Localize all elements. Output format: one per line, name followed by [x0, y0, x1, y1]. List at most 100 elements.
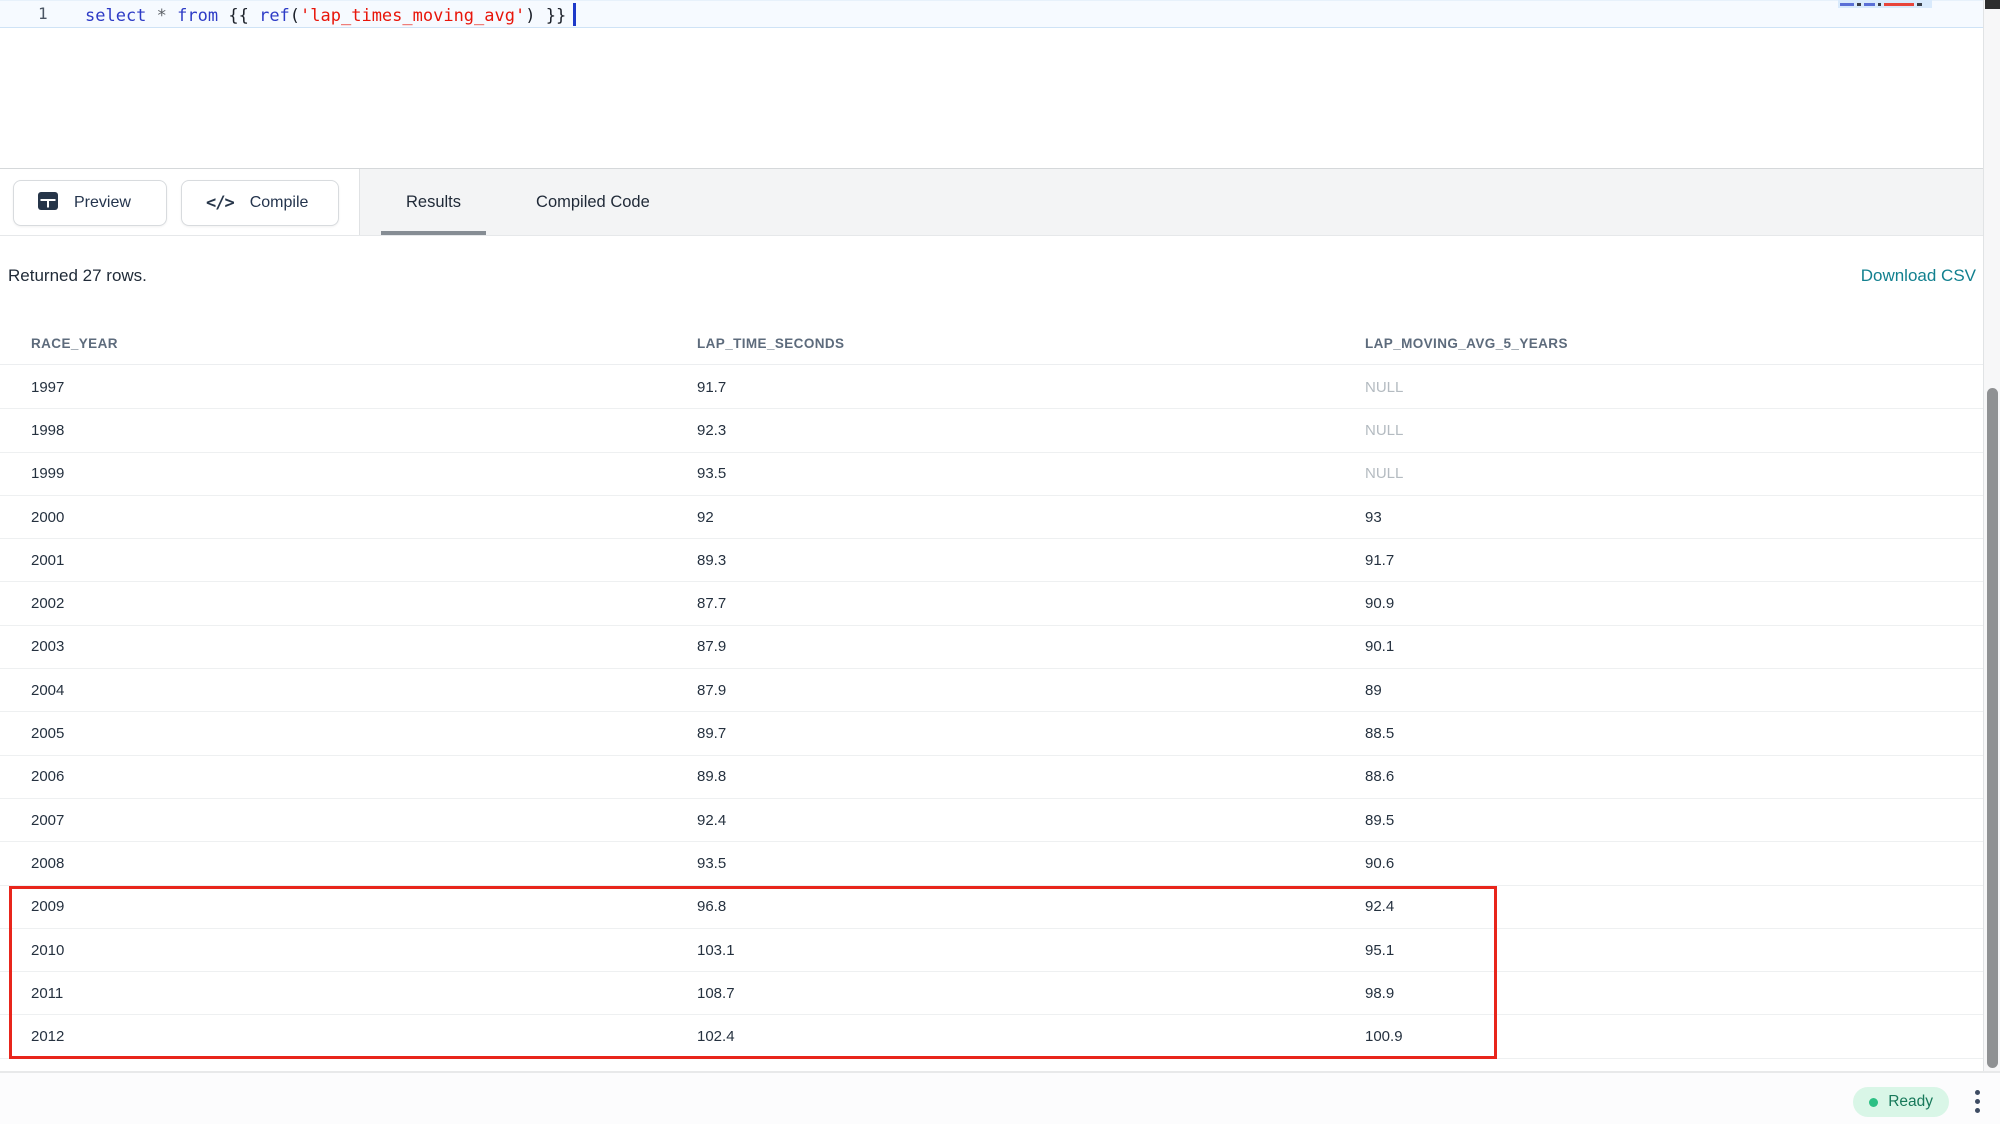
table-cell: 93.5: [697, 855, 1365, 872]
column-header: LAP_MOVING_AVG_5_YEARS: [1365, 336, 1983, 351]
table-cell: 2006: [0, 768, 697, 785]
code-token: [146, 6, 156, 26]
table-cell: 91.7: [1365, 552, 1983, 569]
text-cursor: [573, 3, 576, 26]
column-header: RACE_YEAR: [0, 336, 697, 351]
ready-status-badge: Ready: [1853, 1087, 1949, 1117]
table-cell: 103.1: [697, 942, 1365, 959]
code-token: 'lap_times_moving_avg': [300, 6, 525, 26]
table-cell: 2010: [0, 942, 697, 959]
ready-status-label: Ready: [1888, 1093, 1933, 1111]
code-token: ref: [259, 6, 290, 26]
table-cell: 2011: [0, 985, 697, 1002]
table-cell: 89.8: [697, 768, 1365, 785]
table-cell: 102.4: [697, 1028, 1365, 1045]
minimap-line: [1838, 0, 1932, 8]
compile-button-label: Compile: [250, 194, 309, 212]
code-icon: </>: [206, 193, 234, 213]
table-cell: 96.8: [697, 898, 1365, 915]
table-cell: 2009: [0, 898, 697, 915]
column-header: LAP_TIME_SECONDS: [697, 336, 1365, 351]
table-cell: 2002: [0, 595, 697, 612]
table-cell: 93.5: [697, 465, 1365, 482]
tab-results[interactable]: Results: [381, 169, 486, 235]
table-row: 2010103.195.1: [0, 929, 1983, 972]
table-cell: 87.9: [697, 682, 1365, 699]
code-line[interactable]: select * from {{ ref('lap_times_moving_a…: [85, 3, 576, 27]
table-cell: 89.7: [697, 725, 1365, 742]
table-cell: 1998: [0, 422, 697, 439]
table-cell: 90.6: [1365, 855, 1983, 872]
table-cell: 91.7: [697, 379, 1365, 396]
results-toolbar: Preview </> Compile Results Compiled Code: [0, 168, 1983, 236]
code-token: {{: [218, 6, 259, 26]
table-cell: NULL: [1365, 379, 1983, 396]
table-cell: 2005: [0, 725, 697, 742]
table-row: 2012102.4100.9: [0, 1015, 1983, 1058]
table-cell: 92.4: [1365, 898, 1983, 915]
preview-button[interactable]: Preview: [13, 180, 167, 226]
table-cell: NULL: [1365, 422, 1983, 439]
table-cell: 2003: [0, 638, 697, 655]
table-row: 200792.489.5: [0, 799, 1983, 842]
table-cell: NULL: [1365, 465, 1983, 482]
status-bar: Ready: [0, 1071, 2000, 1124]
table-cell: 87.9: [697, 638, 1365, 655]
table-row: 200893.590.6: [0, 842, 1983, 885]
table-cell: 92: [697, 509, 1365, 526]
compile-button[interactable]: </> Compile: [181, 180, 339, 226]
table-row: 200387.990.1: [0, 626, 1983, 669]
code-token: select: [85, 6, 146, 26]
table-icon: [38, 192, 58, 215]
table-cell: 93: [1365, 509, 1983, 526]
table-cell: 108.7: [697, 985, 1365, 1002]
table-cell: 2000: [0, 509, 697, 526]
table-cell: 88.5: [1365, 725, 1983, 742]
code-token: [167, 6, 177, 26]
table-cell: 2001: [0, 552, 697, 569]
kebab-menu-icon[interactable]: [1970, 1085, 1984, 1117]
table-header-row: RACE_YEARLAP_TIME_SECONDSLAP_MOVING_AVG_…: [0, 322, 1983, 365]
table-row: 20009293: [0, 496, 1983, 539]
table-row: 2011108.798.9: [0, 972, 1983, 1015]
code-token: (: [290, 6, 300, 26]
code-token: *: [157, 6, 167, 26]
table-cell: 98.9: [1365, 985, 1983, 1002]
table-cell: 2007: [0, 812, 697, 829]
table-cell: 2004: [0, 682, 697, 699]
code-token: from: [177, 6, 218, 26]
table-row: 199791.7NULL: [0, 366, 1983, 409]
toolbar-button-group: Preview </> Compile: [0, 169, 360, 235]
table-cell: 100.9: [1365, 1028, 1983, 1045]
table-body: 199791.7NULL199892.3NULL199993.5NULL2000…: [0, 366, 1983, 1073]
code-token: }}: [535, 6, 566, 26]
sql-editor[interactable]: 1 select * from {{ ref('lap_times_moving…: [0, 0, 2000, 168]
preview-button-label: Preview: [74, 194, 131, 212]
table-cell: 2012: [0, 1028, 697, 1045]
results-scrollbar-thumb[interactable]: [1987, 388, 1998, 1068]
tab-compiled-code[interactable]: Compiled Code: [511, 169, 675, 235]
table-row: 200487.989: [0, 669, 1983, 712]
download-csv-link[interactable]: Download CSV: [1861, 266, 1976, 286]
table-cell: 89.3: [697, 552, 1365, 569]
table-cell: 2008: [0, 855, 697, 872]
code-token: ): [525, 6, 535, 26]
table-cell: 90.1: [1365, 638, 1983, 655]
table-row: 199892.3NULL: [0, 409, 1983, 452]
table-cell: 89.5: [1365, 812, 1983, 829]
results-tabs: Results Compiled Code: [360, 169, 675, 235]
table-cell: 92.4: [697, 812, 1365, 829]
table-cell: 95.1: [1365, 942, 1983, 959]
status-dot-icon: [1869, 1098, 1878, 1107]
table-cell: 1997: [0, 379, 697, 396]
table-cell: 88.6: [1365, 768, 1983, 785]
editor-minimap[interactable]: [1838, 0, 1932, 167]
scrollbar-rail: [1983, 0, 2000, 1071]
table-row: 200189.391.7: [0, 539, 1983, 582]
table-cell: 90.9: [1365, 595, 1983, 612]
table-row: 200996.892.4: [0, 886, 1983, 929]
table-cell: 89: [1365, 682, 1983, 699]
table-cell: 87.7: [697, 595, 1365, 612]
table-cell: 1999: [0, 465, 697, 482]
editor-scrollbar-thumb[interactable]: [1985, 0, 2000, 9]
